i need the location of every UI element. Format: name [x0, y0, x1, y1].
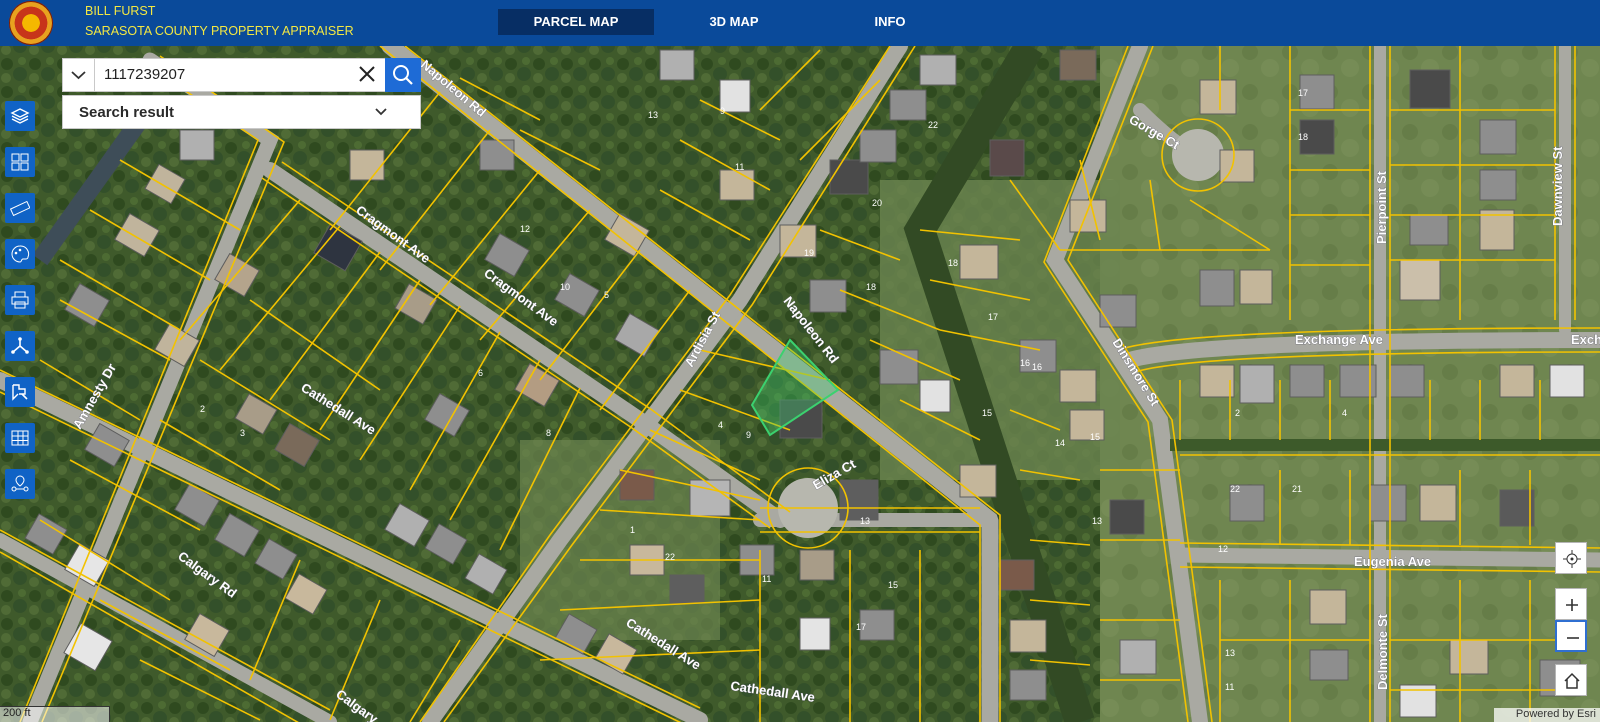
share-button[interactable]	[5, 331, 35, 361]
location-tools-icon	[11, 475, 29, 492]
app-header: BILL FURST SARASOTA COUNTY PROPERTY APPR…	[0, 0, 1600, 46]
lot-number: 1	[630, 525, 635, 535]
lot-number: 16	[1020, 358, 1030, 368]
print-button[interactable]	[5, 285, 35, 315]
lot-number: 16	[1032, 362, 1042, 372]
plus-icon	[1566, 599, 1578, 611]
close-icon	[359, 66, 375, 82]
lot-number: 13	[1225, 648, 1235, 658]
share-icon	[11, 337, 29, 354]
lot-number: 15	[982, 408, 992, 418]
lot-number: 13	[648, 110, 658, 120]
clear-search-button[interactable]	[350, 59, 384, 91]
locate-me-button[interactable]	[1555, 542, 1587, 574]
table-button[interactable]	[5, 423, 35, 453]
home-extent-button[interactable]	[1555, 664, 1587, 696]
search-source-dropdown[interactable]	[63, 59, 95, 91]
lot-number: 14	[1055, 438, 1065, 448]
lot-number: 8	[546, 428, 551, 438]
lot-number: 11	[735, 162, 744, 172]
lot-number: 3	[240, 428, 245, 438]
lot-number: 18	[1298, 132, 1308, 142]
street-label: Pierpoint St	[1374, 170, 1389, 244]
lot-number: 6	[478, 368, 483, 378]
symbology-button[interactable]	[5, 239, 35, 269]
layers-button[interactable]	[5, 101, 35, 131]
lot-number: 20	[872, 198, 882, 208]
lot-number: 4	[1342, 408, 1347, 418]
zoom-out-button[interactable]	[1555, 620, 1587, 652]
lot-number: 10	[560, 282, 570, 292]
street-label: Dawnview St	[1550, 146, 1565, 226]
esri-attribution[interactable]: Powered by Esri	[1494, 708, 1600, 722]
chevron-down-icon	[375, 108, 387, 116]
lot-number: 11	[762, 574, 771, 584]
appraiser-name: BILL FURST	[85, 4, 156, 18]
street-label: Eugenia Ave	[1354, 554, 1431, 569]
lot-number: 13	[1092, 516, 1102, 526]
select-tool-icon	[12, 384, 28, 401]
lot-number: 18	[866, 282, 876, 292]
appraiser-org: SARASOTA COUNTY PROPERTY APPRAISER	[85, 24, 354, 38]
lot-number: 2	[200, 404, 205, 414]
layers-icon	[10, 108, 30, 124]
location-tools-button[interactable]	[5, 469, 35, 499]
minus-icon	[1567, 637, 1579, 639]
scale-bar: 200 ft	[0, 706, 110, 722]
lot-number: 4	[718, 420, 723, 430]
lot-number: 9	[720, 106, 725, 116]
lot-number: 15	[1090, 432, 1100, 442]
lot-number: 22	[928, 120, 938, 130]
street-label: Exch	[1571, 332, 1600, 347]
crosshair-icon	[1563, 550, 1581, 568]
tab-3d-map[interactable]: 3D MAP	[692, 9, 776, 35]
lot-number: 22	[665, 552, 675, 562]
lot-number: 15	[888, 580, 898, 590]
search-input[interactable]: 1117239207	[104, 66, 185, 83]
lot-number: 11	[1225, 682, 1234, 692]
chevron-down-icon	[71, 71, 86, 80]
tab-parcel-map[interactable]: PARCEL MAP	[498, 9, 654, 35]
lot-number: 13	[860, 516, 870, 526]
lot-number: 12	[520, 224, 530, 234]
search-icon	[393, 65, 413, 85]
print-icon	[11, 291, 29, 309]
lot-number: 5	[604, 290, 609, 300]
table-icon	[11, 430, 29, 446]
lot-number: 2	[1235, 408, 1240, 418]
tab-info[interactable]: INFO	[862, 9, 918, 35]
search-button[interactable]	[385, 58, 421, 92]
search-result-dropdown[interactable]: Search result	[62, 95, 421, 129]
measure-button[interactable]	[5, 193, 35, 223]
county-seal-logo	[9, 1, 53, 45]
parcel-map[interactable]: Napoleon Rd Cragmont Ave Cragmont Ave Ar…	[0, 46, 1600, 722]
home-icon	[1564, 672, 1580, 689]
basemap-button[interactable]	[5, 147, 35, 177]
lot-number: 22	[1230, 484, 1240, 494]
lot-number: 17	[856, 622, 866, 632]
lot-number: 19	[804, 248, 814, 258]
search-bar: 1117239207	[62, 58, 421, 92]
search-result-label: Search result	[79, 104, 175, 121]
lot-number: 21	[1292, 484, 1302, 494]
lot-number: 9	[746, 430, 751, 440]
lot-number: 17	[988, 312, 998, 322]
palette-icon	[11, 245, 30, 263]
basemap-grid-icon	[11, 153, 29, 171]
select-button[interactable]	[5, 377, 35, 407]
lot-number: 17	[1298, 88, 1308, 98]
measure-icon	[10, 200, 30, 217]
street-label: Delmonte St	[1375, 613, 1390, 690]
lot-number: 12	[1218, 544, 1228, 554]
zoom-in-button[interactable]	[1555, 588, 1587, 620]
street-label: Exchange Ave	[1295, 332, 1383, 347]
lot-number: 18	[948, 258, 958, 268]
